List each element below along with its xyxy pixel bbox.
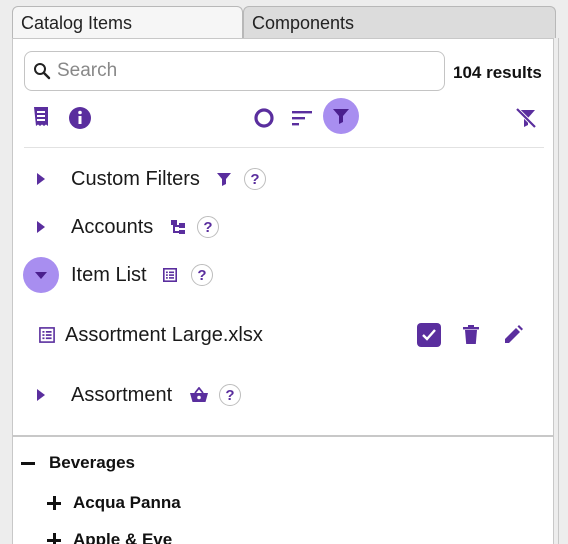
collapse-minus-icon[interactable] [21, 456, 35, 470]
caret-down-icon [35, 272, 47, 279]
help-button[interactable]: ? [191, 264, 213, 286]
info-icon[interactable] [67, 105, 93, 131]
file-name: Assortment Large.xlsx [65, 323, 263, 346]
filter-label: Item List [71, 263, 147, 286]
tree-node-label: Acqua Panna [73, 493, 181, 512]
list-icon [163, 268, 177, 282]
item-list-file-row: Assortment Large.xlsx [13, 317, 553, 353]
filter-icon [333, 109, 349, 124]
tree-node-beverages[interactable]: Beverages [21, 453, 135, 473]
filter-row-accounts[interactable]: Accounts ? [13, 209, 553, 245]
tab-catalog-items[interactable]: Catalog Items [12, 6, 243, 38]
filter-row-item-list[interactable]: Item List ? [13, 257, 553, 293]
expand-plus-icon[interactable] [47, 533, 61, 544]
tab-components[interactable]: Components [243, 6, 556, 38]
search-box [24, 51, 445, 91]
side-scroll-area [558, 38, 568, 544]
list-icon [39, 327, 55, 343]
tree-node-acqua-panna[interactable]: Acqua Panna [47, 493, 181, 513]
caret-right-icon [37, 389, 45, 401]
filter-row-assortment[interactable]: Assortment ? [13, 377, 553, 413]
caret-right-icon [37, 221, 45, 233]
circle-outline-icon[interactable] [251, 105, 277, 131]
category-tree: Beverages Acqua Panna Apple & Eve [12, 436, 554, 544]
help-button[interactable]: ? [219, 384, 241, 406]
hierarchy-icon [171, 220, 185, 234]
filter-button[interactable] [323, 98, 359, 134]
search-input[interactable] [55, 59, 429, 83]
tree-node-label: Beverages [49, 453, 136, 472]
filter-label: Accounts [71, 215, 154, 238]
results-count: 104 results [453, 63, 542, 82]
filter-off-icon[interactable] [513, 105, 539, 131]
basket-icon [190, 387, 208, 402]
collapse-button[interactable] [23, 257, 59, 293]
tree-node-label: Apple & Eve [73, 530, 173, 544]
filter-label: Custom Filters [71, 167, 200, 190]
caret-right-icon [37, 173, 45, 185]
filter-label: Assortment [71, 383, 173, 406]
help-button[interactable]: ? [197, 216, 219, 238]
trash-icon[interactable] [462, 325, 480, 345]
help-button[interactable]: ? [244, 168, 266, 190]
receipt-icon[interactable] [29, 105, 53, 129]
checkmark-icon [422, 329, 436, 341]
filter-row-custom-filters[interactable]: Custom Filters ? [13, 161, 553, 197]
expand-plus-icon[interactable] [47, 496, 61, 510]
filter-panel: 104 results [12, 38, 554, 436]
toolbar-divider [24, 147, 544, 148]
sort-icon[interactable] [289, 105, 315, 131]
tree-node-apple-and-eve[interactable]: Apple & Eve [47, 530, 172, 544]
filter-icon [217, 173, 231, 186]
tab-bar: Catalog Items Components [12, 6, 568, 40]
file-checkbox[interactable] [417, 323, 441, 347]
search-icon [34, 63, 51, 80]
edit-pencil-icon[interactable] [502, 324, 524, 346]
